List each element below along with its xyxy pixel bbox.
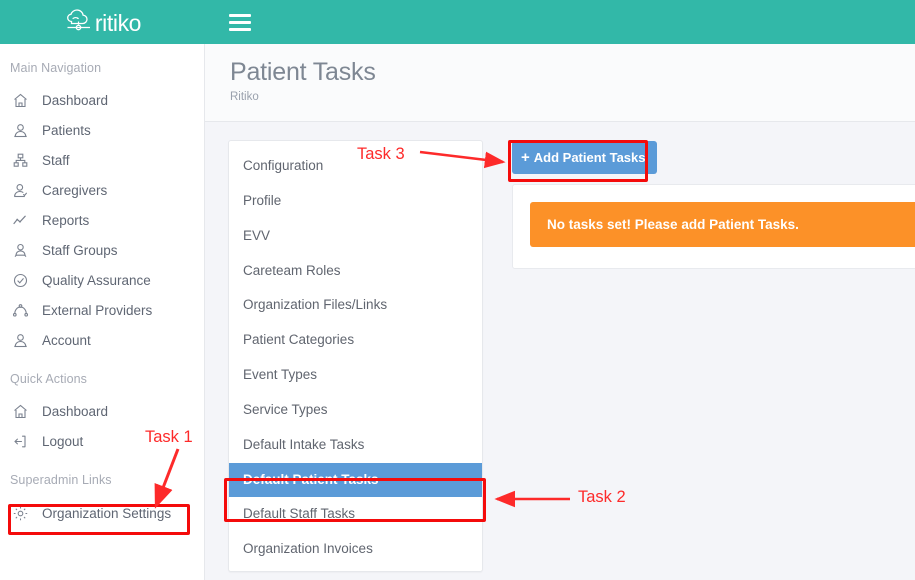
sidebar-item-label: Organization Settings: [42, 506, 171, 521]
sidebar: Main Navigation Dashboard Patients: [0, 44, 205, 580]
sidebar-item-label: External Providers: [42, 303, 152, 318]
org-chart-icon: [12, 152, 29, 169]
sidebar-item-label: Dashboard: [42, 93, 108, 108]
cloud-logo-icon: [64, 8, 94, 36]
check-circle-icon: [12, 272, 29, 289]
sidebar-item-label: Staff: [42, 153, 70, 168]
sidebar-item-label: Account: [42, 333, 91, 348]
settings-item-service-types[interactable]: Service Types: [229, 393, 482, 428]
user-patient-icon: [12, 122, 29, 139]
network-icon: [12, 302, 29, 319]
settings-item-default-intake-tasks[interactable]: Default Intake Tasks: [229, 428, 482, 463]
settings-item-default-patient-tasks[interactable]: Default Patient Tasks: [229, 463, 482, 498]
hamburger-bar: [229, 14, 251, 17]
user-group-icon: [12, 242, 29, 259]
sidebar-item-quality-assurance[interactable]: Quality Assurance: [0, 265, 204, 295]
sidebar-item-label: Staff Groups: [42, 243, 118, 258]
user-icon: [12, 332, 29, 349]
top-bar: ritiko: [0, 0, 915, 44]
settings-item-organization-invoices[interactable]: Organization Invoices: [229, 532, 482, 567]
nav-heading-superadmin: Superadmin Links: [0, 456, 204, 497]
settings-item-patient-categories[interactable]: Patient Categories: [229, 323, 482, 358]
no-tasks-alert: No tasks set! Please add Patient Tasks.: [530, 202, 915, 247]
sidebar-item-external-providers[interactable]: External Providers: [0, 295, 204, 325]
add-patient-tasks-label: Add Patient Tasks: [534, 150, 646, 165]
sidebar-item-label: Patients: [42, 123, 91, 138]
sidebar-item-quick-dashboard[interactable]: Dashboard: [0, 396, 204, 426]
brand-logo-area[interactable]: ritiko: [0, 0, 205, 44]
patient-tasks-panel: No tasks set! Please add Patient Tasks.: [512, 184, 915, 269]
sidebar-item-logout[interactable]: Logout: [0, 426, 204, 456]
add-patient-tasks-button[interactable]: + Add Patient Tasks: [512, 141, 657, 174]
logout-icon: [12, 433, 29, 450]
nav-heading-main: Main Navigation: [0, 44, 204, 85]
line-chart-icon: [12, 212, 29, 229]
plus-icon: +: [521, 150, 530, 165]
page-title: Patient Tasks: [230, 58, 915, 87]
settings-item-event-types[interactable]: Event Types: [229, 358, 482, 393]
sidebar-item-caregivers[interactable]: Caregivers: [0, 175, 204, 205]
hamburger-menu-icon[interactable]: [229, 9, 255, 35]
sidebar-item-patients[interactable]: Patients: [0, 115, 204, 145]
nav-heading-quick-actions: Quick Actions: [0, 355, 204, 396]
sidebar-item-label: Quality Assurance: [42, 273, 151, 288]
sidebar-item-organization-settings[interactable]: Organization Settings: [0, 497, 204, 529]
sidebar-item-label: Dashboard: [42, 404, 108, 419]
settings-item-evv[interactable]: EVV: [229, 219, 482, 254]
settings-menu-card: Configuration Profile EVV Careteam Roles…: [228, 140, 483, 572]
app-root: ritiko Main Navigation Dashboard P: [0, 0, 915, 580]
sidebar-item-label: Logout: [42, 434, 83, 449]
brand-name: ritiko: [95, 12, 141, 35]
page-header: Patient Tasks Ritiko: [205, 44, 915, 122]
settings-item-configuration[interactable]: Configuration: [229, 149, 482, 184]
main-content: Configuration Profile EVV Careteam Roles…: [205, 122, 915, 580]
sidebar-item-dashboard[interactable]: Dashboard: [0, 85, 204, 115]
gear-icon: [12, 505, 29, 522]
sidebar-item-label: Reports: [42, 213, 89, 228]
sidebar-item-reports[interactable]: Reports: [0, 205, 204, 235]
settings-item-profile[interactable]: Profile: [229, 184, 482, 219]
hamburger-bar: [229, 28, 251, 31]
settings-item-organization-files-links[interactable]: Organization Files/Links: [229, 288, 482, 323]
home-icon: [12, 403, 29, 420]
user-check-icon: [12, 182, 29, 199]
sidebar-item-label: Caregivers: [42, 183, 107, 198]
sidebar-item-staff-groups[interactable]: Staff Groups: [0, 235, 204, 265]
home-icon: [12, 92, 29, 109]
settings-item-careteam-roles[interactable]: Careteam Roles: [229, 254, 482, 289]
page-subtitle: Ritiko: [230, 91, 915, 103]
hamburger-bar: [229, 21, 251, 24]
sidebar-item-staff[interactable]: Staff: [0, 145, 204, 175]
settings-item-default-staff-tasks[interactable]: Default Staff Tasks: [229, 497, 482, 532]
sidebar-item-account[interactable]: Account: [0, 325, 204, 355]
